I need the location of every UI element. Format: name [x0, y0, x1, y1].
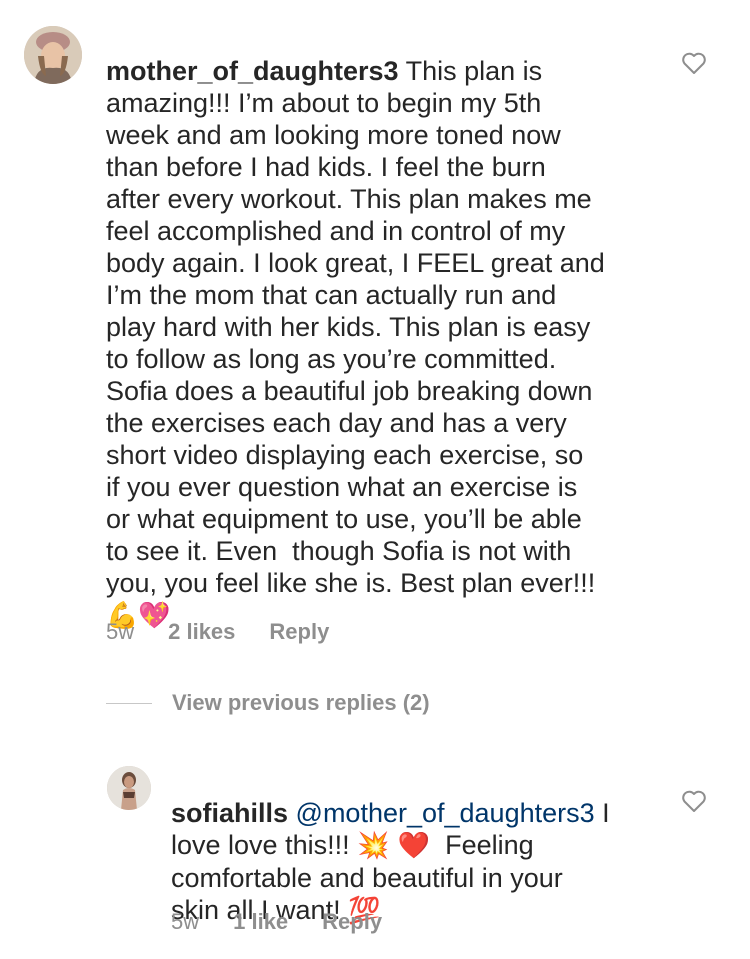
reply-text: sofiahills @mother_of_daughters3 I love …	[171, 765, 651, 927]
comment-line: after every workout. This plan makes me	[106, 184, 592, 214]
comment-username[interactable]: mother_of_daughters3	[106, 56, 399, 86]
view-previous-replies[interactable]: View previous replies (2)	[106, 690, 430, 716]
timestamp: 5w	[106, 619, 135, 644]
avatar[interactable]	[24, 26, 82, 84]
comment-line: short video displaying each exercise, so	[106, 440, 584, 470]
profile-photo	[24, 26, 82, 84]
like-heart-icon[interactable]	[681, 51, 707, 75]
comment-line: play hard with her kids. This plan is ea…	[106, 312, 591, 342]
reply-line: I	[594, 798, 610, 828]
reply-emoji: 💥 ❤️	[357, 831, 431, 861]
reply-line: love love this!!!	[171, 830, 358, 860]
reply-comment: sofiahills @mother_of_daughters3 I love …	[0, 750, 750, 950]
reply-line: Feeling	[430, 830, 534, 860]
comment-line: feel accomplished and in control of my	[106, 216, 566, 246]
likes-count[interactable]: 2 likes	[168, 619, 235, 645]
reply-line: comfortable and beautiful in your	[171, 863, 563, 893]
comment-meta: 5w 2 likes Reply	[106, 619, 329, 645]
comment-line: This plan is	[398, 56, 543, 86]
reply-button[interactable]: Reply	[322, 909, 382, 935]
comment-line: you, you feel like she is. Best plan eve…	[106, 568, 596, 598]
avatar[interactable]	[107, 766, 151, 810]
comment-line: I’m the mom that can actually run and	[106, 280, 557, 310]
like-heart-icon[interactable]	[681, 789, 707, 813]
timestamp: 5w	[171, 909, 200, 934]
comment-line: or what equipment to use, you’ll be able	[106, 504, 582, 534]
likes-count[interactable]: 1 like	[233, 909, 288, 935]
comment-text: mother_of_daughters3 This plan is amazin…	[106, 23, 666, 632]
comment-line: Sofia does a beautiful job breaking down	[106, 376, 593, 406]
comment-line: amazing!!! I’m about to begin my 5th	[106, 88, 542, 118]
reply-meta: 5w 1 like Reply	[171, 909, 382, 935]
comment-line: body again. I look great, I FEEL great a…	[106, 248, 605, 278]
comment: mother_of_daughters3 This plan is amazin…	[0, 0, 750, 660]
comment-line: to follow as long as you’re committed.	[106, 344, 557, 374]
comment-line: the exercises each day and has a very	[106, 408, 567, 438]
reply-username[interactable]: sofiahills	[171, 798, 288, 828]
reply-button[interactable]: Reply	[269, 619, 329, 645]
comment-line: to see it. Even though Sofia is not with	[106, 536, 572, 566]
view-previous-replies-label[interactable]: View previous replies (2)	[172, 690, 430, 716]
comment-line: week and am looking more toned now	[106, 120, 561, 150]
profile-photo	[107, 766, 151, 810]
mention-link[interactable]: @mother_of_daughters3	[288, 798, 595, 828]
comment-line: than before I had kids. I feel the burn	[106, 152, 546, 182]
divider-line	[106, 702, 152, 704]
comment-line: if you ever question what an exercise is	[106, 472, 578, 502]
